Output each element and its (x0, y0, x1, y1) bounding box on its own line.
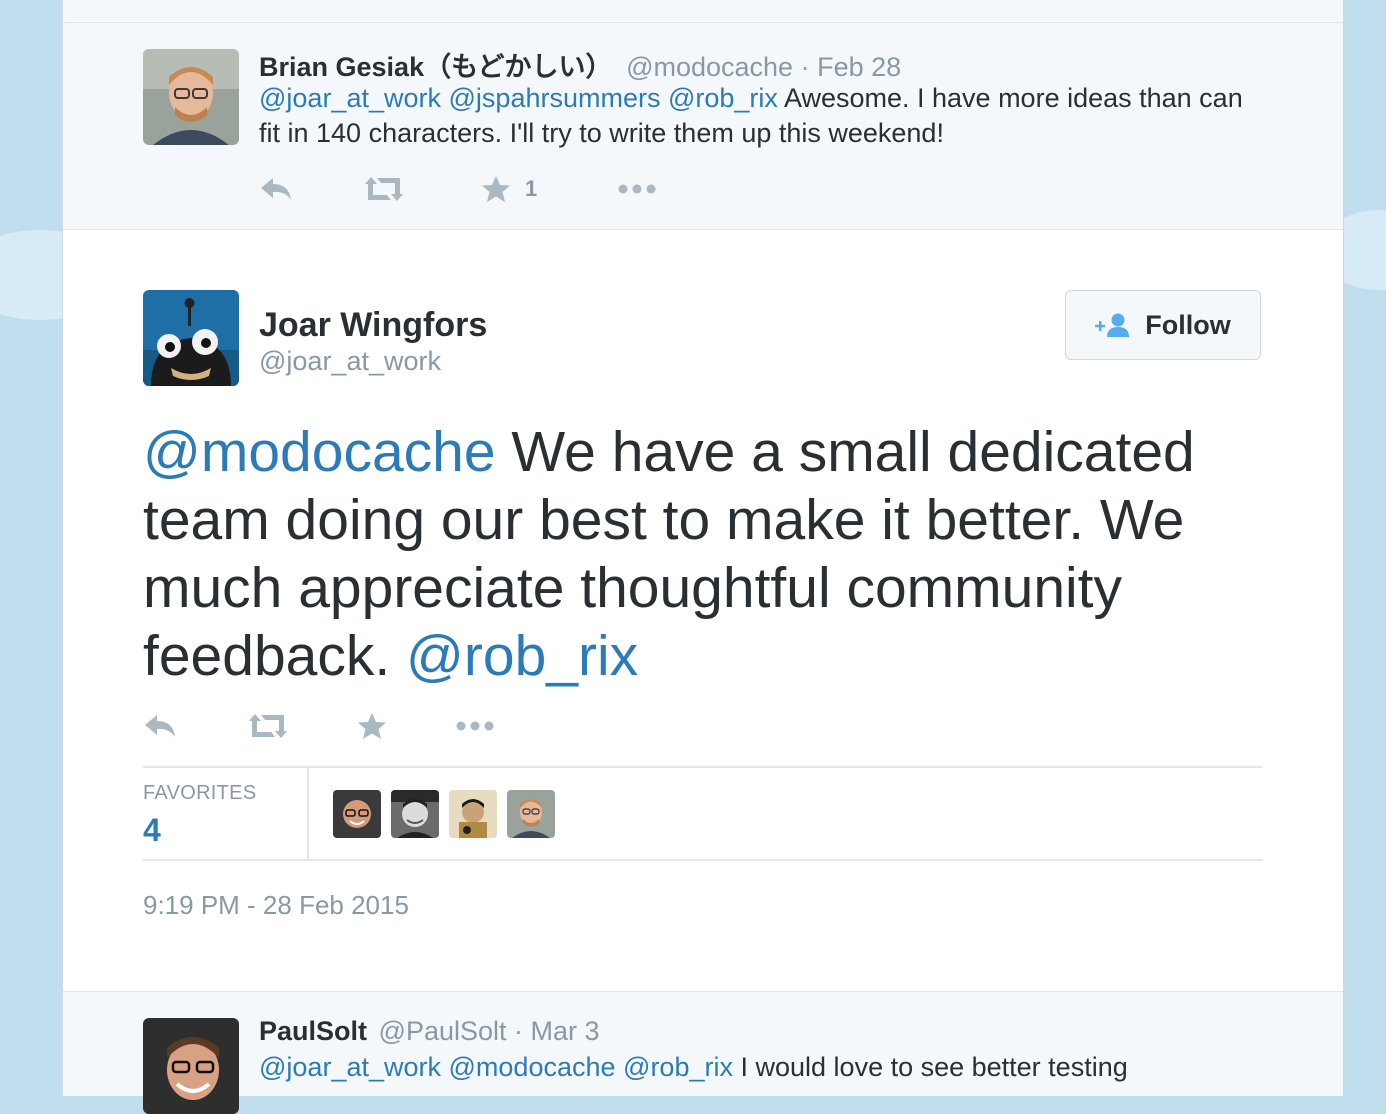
mention-link[interactable]: @rob_rix (623, 1052, 733, 1082)
tweet-timestamp[interactable]: 9:19 PM - 28 Feb 2015 (143, 890, 409, 921)
reply-header: PaulSolt @PaulSolt · Mar 3 (259, 1016, 600, 1047)
mention-link[interactable]: @rob_rix (406, 624, 638, 688)
divider (143, 766, 1263, 768)
reply-button[interactable] (259, 169, 293, 209)
favorite-count: 1 (525, 176, 538, 201)
favorite-icon (358, 713, 386, 739)
avatar[interactable] (143, 1018, 239, 1114)
reply-header: Brian Gesiak（もどかしい） @modocache · Feb 28 (259, 45, 901, 84)
avatar[interactable] (143, 290, 239, 386)
tweet-date[interactable]: · Mar 3 (514, 1016, 600, 1046)
follow-label: Follow (1145, 309, 1231, 340)
favorites-stat[interactable]: FAVORITES 4 (143, 768, 309, 860)
add-user-icon (1095, 313, 1130, 337)
retweet-button[interactable] (363, 169, 405, 209)
user-handle[interactable]: @PaulSolt (379, 1016, 507, 1046)
user-name[interactable]: Brian Gesiak（もどかしい） (259, 52, 613, 82)
favoriter-avatar[interactable] (391, 790, 439, 838)
reply-icon (261, 178, 291, 200)
favoriter-avatar[interactable] (507, 790, 555, 838)
mention-link[interactable]: @rob_rix (668, 83, 778, 113)
reply-icon (145, 715, 175, 737)
favoriter-avatar[interactable] (449, 790, 497, 838)
retweet-icon (249, 714, 287, 738)
favorite-icon (482, 176, 510, 202)
favorites-count[interactable]: 4 (143, 812, 161, 849)
retweet-icon (365, 177, 403, 201)
mention-link[interactable]: @joar_at_work (259, 83, 441, 113)
avatar[interactable] (143, 49, 239, 145)
mention-link[interactable]: @jspahrsummers (449, 83, 661, 113)
user-name[interactable]: Joar Wingfors (259, 306, 487, 345)
favorites-label: FAVORITES (143, 782, 257, 804)
reply-button[interactable] (143, 706, 177, 746)
mention-link[interactable]: @modocache (449, 1052, 616, 1082)
favoriter-avatar[interactable] (333, 790, 381, 838)
user-name[interactable]: PaulSolt (259, 1016, 367, 1046)
user-handle[interactable]: @joar_at_work (259, 346, 441, 377)
favorite-button[interactable]: 1 (481, 169, 537, 209)
tweet-text: @modocache We have a small dedicated tea… (143, 418, 1243, 690)
mention-link[interactable]: @modocache (143, 420, 496, 484)
tweet-body: I would love to see better testing (740, 1052, 1128, 1082)
reply-tweet[interactable]: Brian Gesiak（もどかしい） @modocache · Feb 28 … (63, 23, 1343, 230)
favorite-button[interactable] (357, 706, 387, 746)
tweet-text: @joar_at_work @modocache @rob_rix I woul… (259, 1050, 1259, 1085)
more-button[interactable] (617, 169, 657, 209)
mention-link[interactable]: @joar_at_work (259, 1052, 441, 1082)
more-button[interactable] (455, 706, 495, 746)
user-handle[interactable]: @modocache (626, 52, 793, 82)
follow-button[interactable]: Follow (1065, 290, 1261, 360)
tweet-date[interactable]: · Feb 28 (801, 52, 902, 82)
timeline-column: Brian Gesiak（もどかしい） @modocache · Feb 28 … (62, 0, 1344, 1114)
retweet-button[interactable] (247, 706, 289, 746)
tweet-text: @joar_at_work @jspahrsummers @rob_rix Aw… (259, 81, 1259, 151)
divider (143, 859, 1263, 861)
more-icon (618, 184, 656, 194)
more-icon (456, 721, 494, 731)
previous-tweet-edge (63, 0, 1343, 23)
reply-tweet[interactable]: PaulSolt @PaulSolt · Mar 3 @joar_at_work… (63, 991, 1343, 1114)
